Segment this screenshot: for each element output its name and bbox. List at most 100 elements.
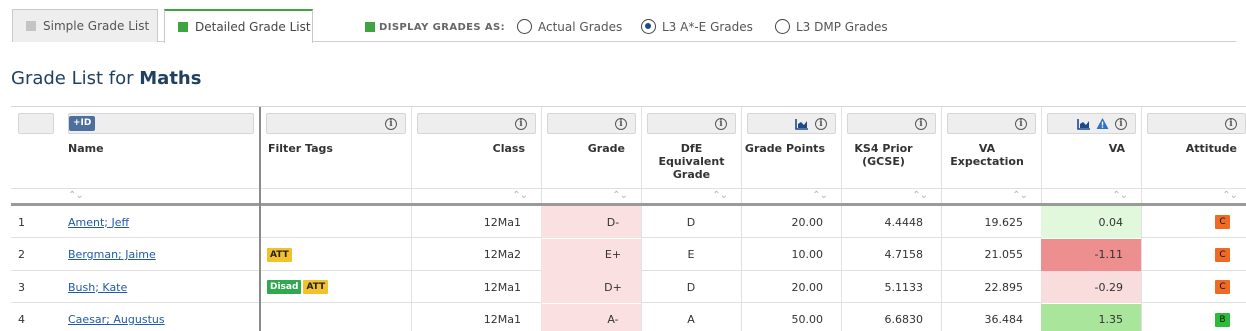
green-square-icon (365, 22, 375, 32)
attitude-filter-box[interactable]: i (1147, 113, 1246, 134)
sort-up-icon[interactable]: ⌃ (712, 190, 720, 201)
sort-control[interactable]: ⌃⌄ (1012, 190, 1028, 201)
filter-tags-cell: ATT (267, 239, 407, 271)
sort-down-icon[interactable]: ⌄ (920, 190, 928, 201)
va-cell: -0.29 (1041, 271, 1141, 303)
va-expectation-filter-box[interactable]: i (947, 113, 1036, 134)
chart-icon[interactable] (1077, 118, 1091, 130)
grade-points-filter-box[interactable]: i (747, 113, 836, 134)
table-row: 4 Caesar; Augustus 12Ma1 A- A 50.00 6.6830 36.4… (11, 303, 1246, 331)
tab-simple-grade-list[interactable]: Simple Grade List (12, 9, 158, 42)
header-va-expectation: VA Expectation (950, 142, 1024, 168)
sort-control[interactable]: ⌃⌄ (912, 190, 928, 201)
info-icon[interactable]: i (1115, 118, 1127, 130)
sort-down-icon[interactable]: ⌄ (820, 190, 828, 201)
student-name-link[interactable]: Caesar; Augustus (68, 313, 165, 326)
info-icon[interactable]: i (1225, 118, 1237, 130)
header-dfe-equivalent-grade: DfE Equivalent Grade (658, 142, 725, 181)
sort-down-icon[interactable]: ⌄ (1020, 190, 1028, 201)
filter-tag-badge[interactable]: Disad (267, 280, 302, 294)
sort-up-icon[interactable]: ⌃ (1012, 190, 1020, 201)
filter-tag-badge[interactable]: ATT (267, 247, 292, 262)
sort-control[interactable]: ⌃⌄ (1112, 190, 1128, 201)
number-filter-box[interactable] (18, 113, 54, 134)
tab-detailed-grade-list[interactable]: Detailed Grade List (164, 9, 313, 43)
grade-points-cell: 20.00 (791, 280, 824, 294)
sort-down-icon[interactable]: ⌄ (620, 190, 628, 201)
info-icon[interactable]: i (385, 118, 397, 130)
add-id-button[interactable]: +ID (69, 116, 96, 131)
grade-points-cell: 10.00 (791, 248, 824, 261)
info-icon[interactable]: i (815, 118, 827, 130)
grade-cell: E+ (541, 238, 641, 271)
va-filter-box[interactable]: i (1047, 113, 1136, 134)
va-cell: 1.35 (1041, 303, 1141, 331)
tab-square-icon (26, 21, 36, 31)
info-icon[interactable]: i (715, 118, 727, 130)
sort-up-icon[interactable]: ⌃ (1112, 190, 1120, 201)
sort-down-icon[interactable]: ⌄ (1120, 190, 1128, 201)
ks4-prior-cell: 5.1133 (884, 280, 924, 294)
student-name-link[interactable]: Bergman; Jaime (68, 248, 156, 261)
radio-l3-a-e-grades[interactable]: L3 A*-E Grades (641, 19, 753, 34)
dfe-filter-box[interactable]: i (647, 113, 736, 134)
radio-actual-grades[interactable]: Actual Grades (517, 19, 622, 34)
grade-points-cell: 50.00 (791, 313, 824, 326)
attitude-badge: C (1215, 215, 1230, 229)
student-name-link[interactable]: Ament; Jeff (68, 216, 129, 229)
ks4-prior-cell: 6.6830 (884, 313, 924, 326)
header-attitude: Attitude (1185, 142, 1237, 155)
va-cell: -1.11 (1041, 238, 1141, 271)
sort-up-icon[interactable]: ⌃ (512, 190, 520, 201)
attitude-cell: C (1141, 206, 1246, 238)
tab-label: Detailed Grade List (195, 20, 311, 34)
grade-points-cell: 20.00 (791, 215, 824, 229)
info-icon[interactable]: i (1015, 118, 1027, 130)
ks4-filter-box[interactable]: i (847, 113, 936, 134)
sort-control[interactable]: ⌃⌄ (1222, 190, 1238, 201)
attitude-cell: C (1141, 239, 1246, 271)
class-cell: 12Ma1 (483, 215, 521, 229)
sort-down-icon[interactable]: ⌄ (75, 190, 83, 201)
row-number: 3 (18, 280, 25, 294)
frozen-column-divider (259, 107, 261, 331)
sort-control[interactable]: ⌃⌄ (512, 190, 528, 201)
radio-circle-selected-icon[interactable] (641, 19, 656, 34)
warning-icon[interactable] (1096, 117, 1109, 130)
view-tabs: Simple Grade List Detailed Grade List (12, 9, 1236, 43)
grade-table: +ID Name ⌃⌄ i Filter Tags i Class ⌃⌄ i G… (11, 106, 1246, 331)
sort-control[interactable]: ⌃⌄ (612, 190, 628, 201)
sort-up-icon[interactable]: ⌃ (812, 190, 820, 201)
radio-circle-icon[interactable] (775, 19, 790, 34)
filter-tags-cell (267, 206, 407, 238)
sort-down-icon[interactable]: ⌄ (1230, 190, 1238, 201)
attitude-badge: C (1215, 280, 1230, 294)
chart-icon[interactable] (795, 118, 809, 130)
tab-square-icon (178, 22, 188, 32)
info-icon[interactable]: i (615, 118, 627, 130)
grade-filter-box[interactable]: i (547, 113, 636, 134)
tab-label: Simple Grade List (43, 19, 150, 33)
sort-up-icon[interactable]: ⌃ (612, 190, 620, 201)
va-cell: 0.04 (1041, 206, 1141, 238)
radio-l3-dmp-grades[interactable]: L3 DMP Grades (775, 19, 888, 34)
sort-down-icon[interactable]: ⌄ (520, 190, 528, 201)
class-cell: 12Ma1 (483, 280, 521, 294)
name-filter-box[interactable]: +ID (68, 113, 254, 134)
student-name-link[interactable]: Bush; Kate (68, 281, 127, 294)
sort-control[interactable]: ⌃⌄ (812, 190, 828, 201)
sort-down-icon[interactable]: ⌄ (720, 190, 728, 201)
info-icon[interactable]: i (515, 118, 527, 130)
sort-up-icon[interactable]: ⌃ (1222, 190, 1230, 201)
class-filter-box[interactable]: i (417, 113, 536, 134)
student-name-cell: Caesar; Augustus (68, 304, 258, 331)
sort-up-icon[interactable]: ⌃ (912, 190, 920, 201)
sort-control[interactable]: ⌃⌄ (68, 190, 84, 201)
row-number: 1 (18, 215, 25, 229)
radio-circle-icon[interactable] (517, 19, 532, 34)
filter-tags-filter-box[interactable]: i (266, 113, 406, 134)
sort-control[interactable]: ⌃⌄ (712, 190, 728, 201)
filter-tag-badge[interactable]: ATT (303, 280, 329, 294)
info-icon[interactable]: i (915, 118, 927, 130)
header-separator (11, 188, 1246, 189)
